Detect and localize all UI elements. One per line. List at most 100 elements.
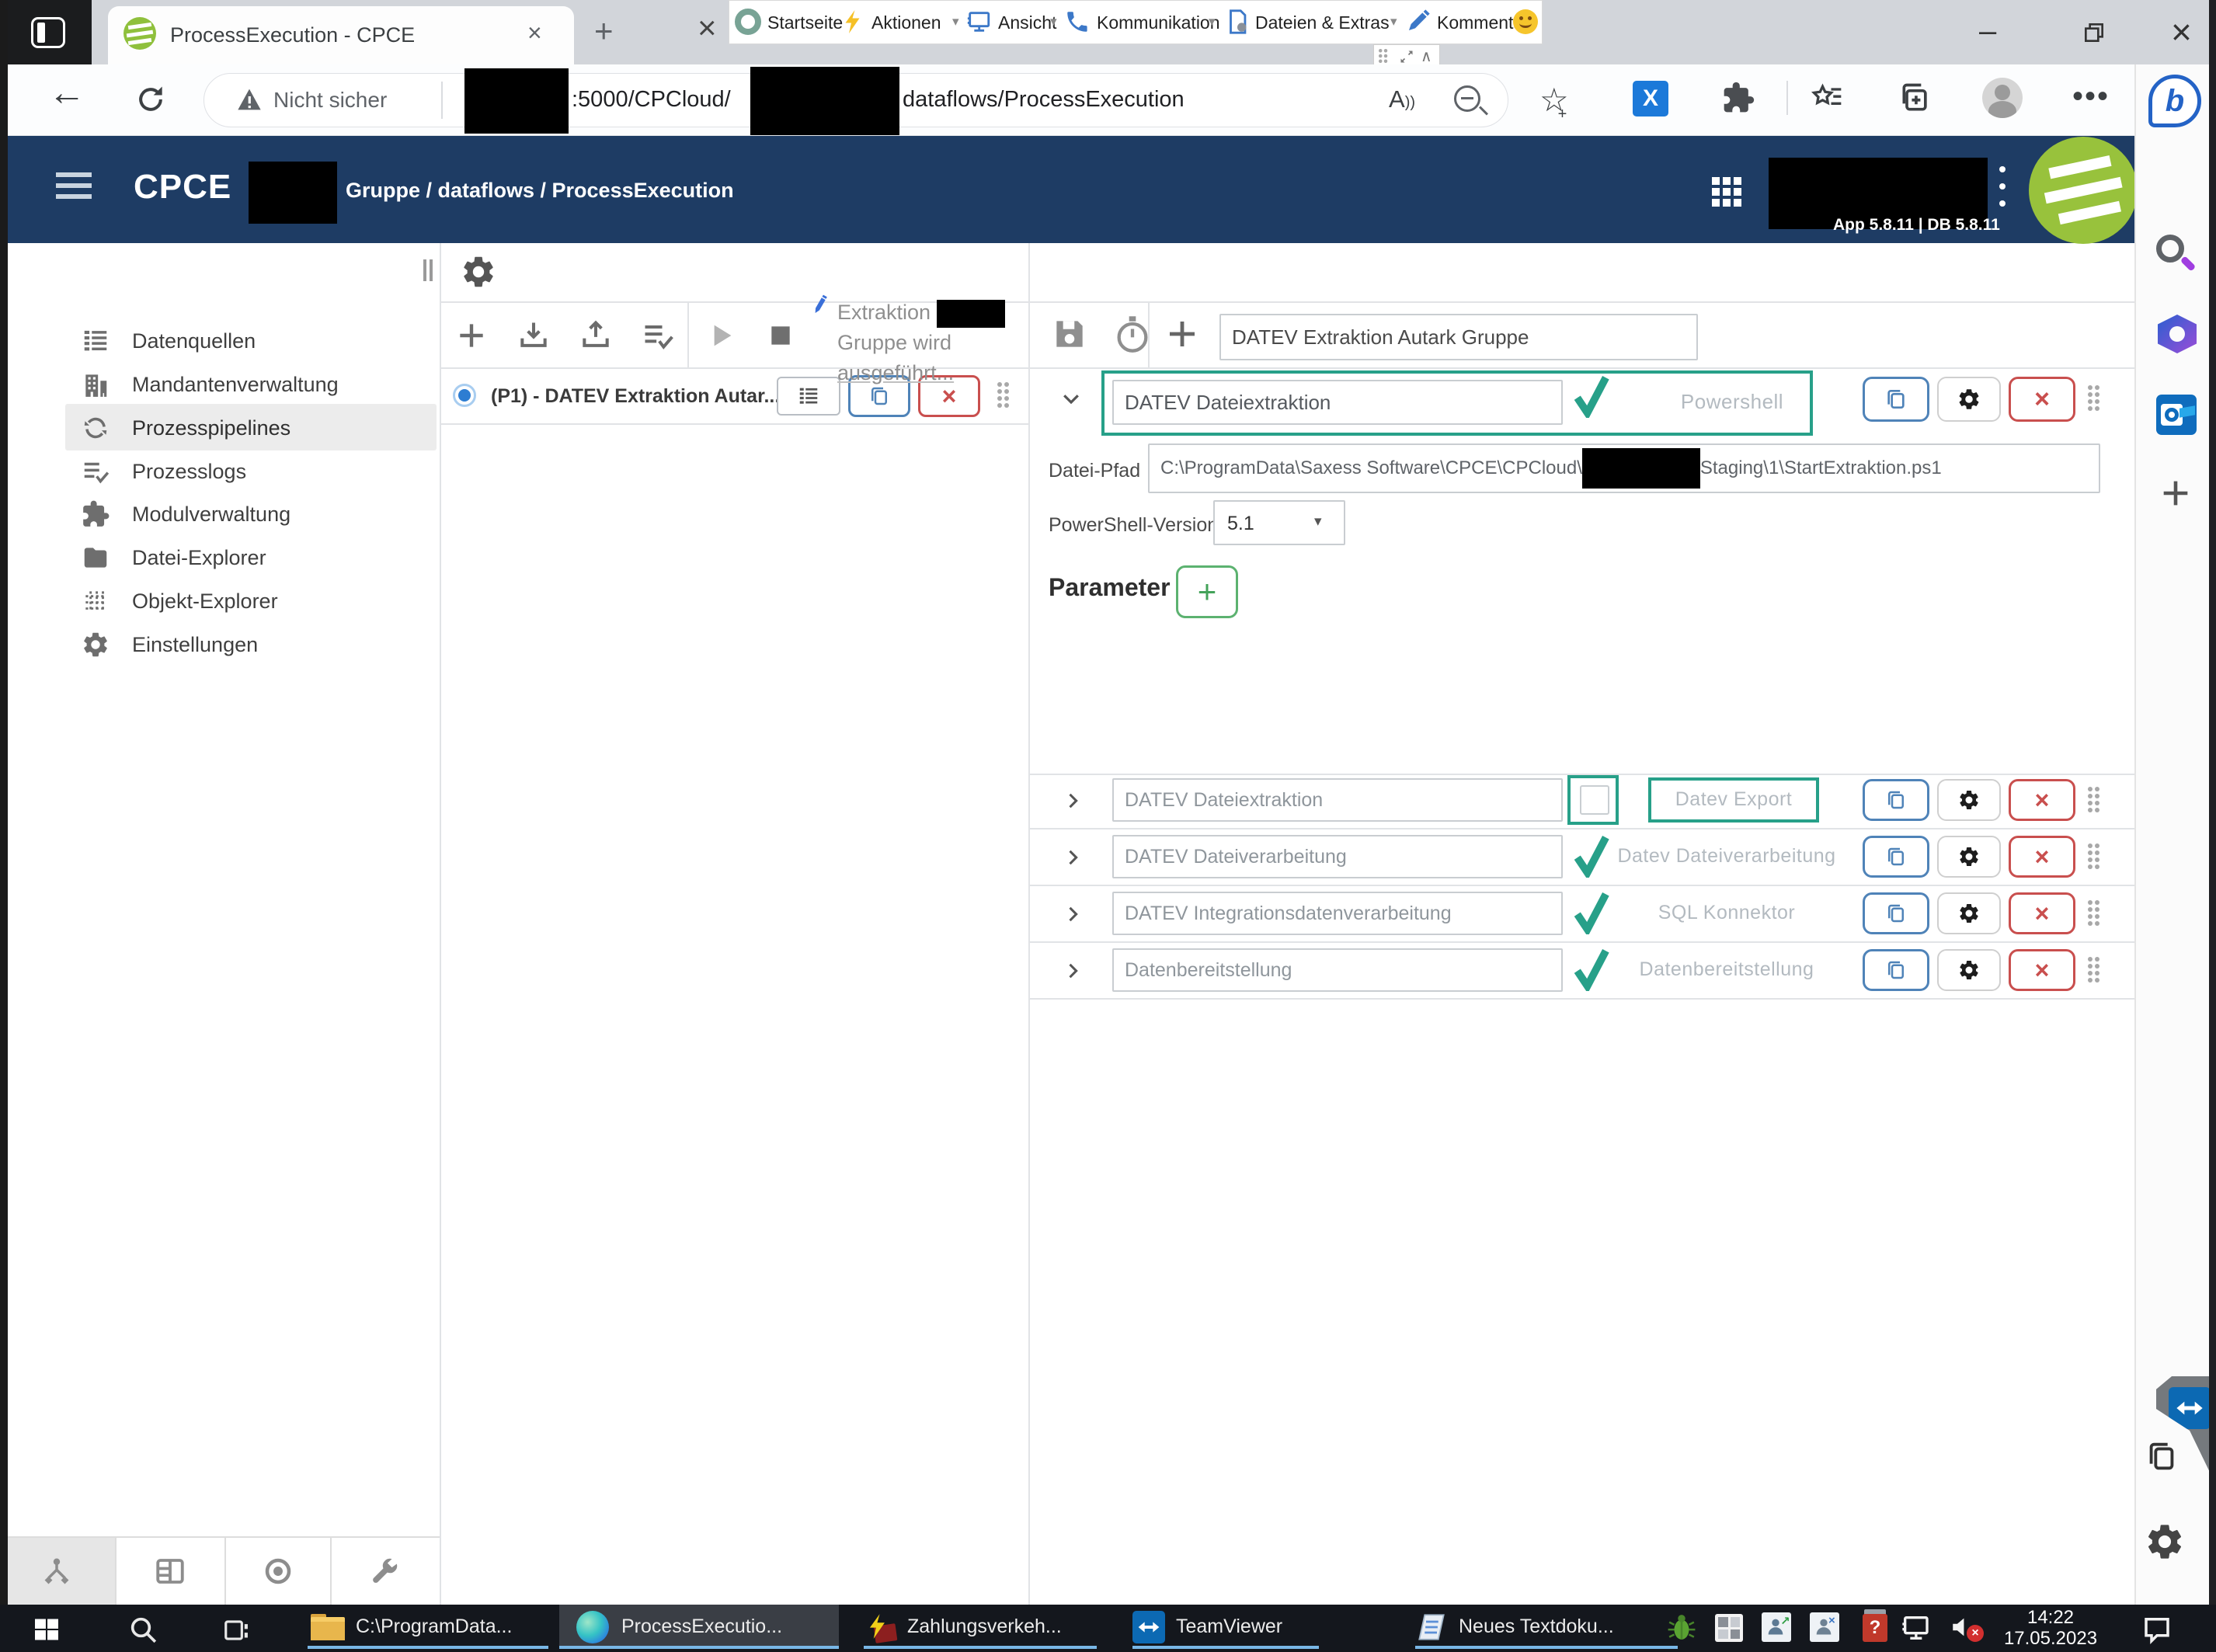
expand-step-icon[interactable] <box>1062 790 1084 812</box>
save-icon[interactable] <box>1050 315 1089 353</box>
tray-user-x-icon[interactable]: × <box>1810 1612 1839 1642</box>
taskbar-app-notepad[interactable]: Neues Textdoku... <box>1411 1605 1682 1649</box>
restore-button[interactable] <box>2082 20 2106 45</box>
step-enabled-checkbox[interactable] <box>1580 785 1609 815</box>
taskbar-app-edge-active[interactable]: ProcessExecutio... <box>559 1605 839 1649</box>
minimize-button[interactable]: – <box>1979 14 1996 49</box>
favorite-add-icon[interactable]: ☆+ <box>1539 81 1578 119</box>
refresh-icon[interactable] <box>134 82 168 117</box>
back-icon[interactable]: ← <box>48 71 85 114</box>
smiley-icon[interactable] <box>1513 9 1538 34</box>
taskbar-search-icon[interactable] <box>127 1614 158 1645</box>
pipeline-label[interactable]: (P1) - DATEV Extraktion Autar... <box>491 385 780 408</box>
collapse-step-icon[interactable] <box>1059 387 1083 410</box>
sidebar-item-prozesspipelines[interactable]: Prozesspipelines <box>132 416 290 440</box>
new-tab-button[interactable]: + <box>594 12 614 50</box>
browser-tab[interactable]: ProcessExecution - CPCE × <box>108 6 574 64</box>
extensions-puzzle-icon[interactable] <box>1721 81 1755 115</box>
tray-network-icon[interactable] <box>1900 1612 1931 1643</box>
hamburger-menu-icon[interactable] <box>56 172 92 203</box>
step-settings-button[interactable] <box>1937 892 2001 934</box>
tray-user-in-icon[interactable]: ↗ <box>1762 1612 1791 1642</box>
sidebar-add-icon[interactable] <box>2158 475 2193 511</box>
bottom-tab-eye[interactable] <box>226 1538 332 1605</box>
overlay-close-icon[interactable]: × <box>698 9 717 47</box>
step-name-input[interactable] <box>1112 892 1563 935</box>
splitter-handle[interactable] <box>423 259 436 281</box>
apps-grid-icon[interactable] <box>1707 172 1745 210</box>
collections-icon[interactable] <box>1898 81 1932 115</box>
tray-bug-icon[interactable] <box>1667 1612 1696 1642</box>
toolbar-item-startseite[interactable]: Startseite <box>767 12 843 33</box>
step-delete-button[interactable]: × <box>2009 892 2075 934</box>
step-settings-button[interactable] <box>1937 779 2001 821</box>
sidebar-settings-gear-icon[interactable] <box>2144 1521 2186 1563</box>
notification-center-icon[interactable] <box>2141 1612 2173 1645</box>
step-drag-handle[interactable] <box>2088 957 2100 983</box>
tab-close-icon[interactable]: × <box>527 19 542 47</box>
schedule-icon[interactable] <box>1112 314 1153 354</box>
group-name-input[interactable] <box>1219 314 1698 360</box>
step-settings-button[interactable] <box>1937 836 2001 878</box>
bottom-tab-flow-active[interactable] <box>0 1538 117 1605</box>
step-delete-button[interactable]: × <box>2009 779 2075 821</box>
step-copy-button[interactable] <box>1863 377 1929 422</box>
run-icon[interactable] <box>705 320 736 351</box>
step-enabled-check-icon[interactable] <box>1571 374 1611 418</box>
zoom-out-icon[interactable] <box>1454 85 1480 112</box>
sidebar-item-modulverwaltung[interactable]: Modulverwaltung <box>132 503 290 527</box>
taskbar-clock[interactable]: 14:22 17.05.2023 <box>1988 1607 2113 1649</box>
toolbar-item-aktionen[interactable]: Aktionen <box>871 12 941 33</box>
bottom-tab-table[interactable] <box>117 1538 226 1605</box>
sidebar-item-datei-explorer[interactable]: Datei-Explorer <box>132 546 266 570</box>
expand-step-icon[interactable] <box>1062 960 1084 982</box>
toolbar-item-kommunikation[interactable]: Kommunikation <box>1097 12 1220 33</box>
bing-chat-icon[interactable]: b <box>2148 75 2201 127</box>
collapse-icon[interactable]: ∧ <box>1421 47 1432 66</box>
step-name-input[interactable] <box>1112 778 1563 822</box>
sidebar-window-icon[interactable] <box>2144 1438 2179 1474</box>
taskbar-app-teamviewer[interactable]: TeamViewer <box>1128 1605 1322 1649</box>
step-drag-handle[interactable] <box>2088 385 2100 412</box>
step-delete-button[interactable]: × <box>2009 377 2075 422</box>
step-settings-button[interactable] <box>1937 377 2001 422</box>
taskbar-app-explorer[interactable]: C:\ProgramData... <box>304 1605 553 1649</box>
expand-step-icon[interactable] <box>1062 903 1084 925</box>
task-view-icon[interactable] <box>222 1615 252 1645</box>
expand-icon[interactable] <box>1399 49 1414 64</box>
add-parameter-button[interactable]: + <box>1176 565 1238 618</box>
sidebar-item-datenquellen[interactable]: Datenquellen <box>132 329 256 353</box>
settings-gear-icon[interactable] <box>460 253 497 290</box>
step-copy-button[interactable] <box>1863 836 1929 878</box>
import-icon[interactable] <box>517 318 551 353</box>
pipeline-log-button[interactable] <box>777 377 840 416</box>
start-button[interactable] <box>33 1615 61 1643</box>
expand-step-icon[interactable] <box>1062 847 1084 868</box>
add-pipeline-icon[interactable] <box>454 318 489 353</box>
toolbar-item-ansicht[interactable]: Ansicht <box>998 12 1056 33</box>
add-step-icon[interactable] <box>1164 315 1201 353</box>
profile-avatar[interactable] <box>1982 78 2023 118</box>
outlook-icon[interactable] <box>2156 395 2197 435</box>
pipeline-radio[interactable] <box>453 384 476 407</box>
step-copy-button[interactable] <box>1863 892 1929 934</box>
step-drag-handle[interactable] <box>2088 900 2100 927</box>
step-name-input[interactable] <box>1112 948 1563 992</box>
close-button[interactable]: × <box>2171 11 2192 53</box>
tray-window-grid-icon[interactable] <box>1715 1614 1743 1642</box>
toolbar-item-dateien[interactable]: Dateien & Extras <box>1255 12 1390 33</box>
ps-version-select[interactable]: 5.1 ▾ <box>1213 500 1345 545</box>
sidebar-item-objekt-explorer[interactable]: Objekt-Explorer <box>132 590 278 614</box>
bottom-tab-wrench[interactable] <box>332 1538 440 1605</box>
sidebar-item-einstellungen[interactable]: Einstellungen <box>132 633 258 657</box>
step-delete-button[interactable]: × <box>2009 836 2075 878</box>
step-drag-handle[interactable] <box>2088 843 2100 870</box>
kebab-menu-icon[interactable] <box>1999 166 2006 221</box>
step-name-input[interactable] <box>1112 835 1563 878</box>
security-label[interactable]: Nicht sicher <box>273 88 387 113</box>
step-settings-button[interactable] <box>1937 949 2001 991</box>
extension-x-icon[interactable]: X <box>1633 81 1668 117</box>
file-path-input[interactable]: C:\ProgramData\Saxess Software\CPCE\CPCl… <box>1148 443 2100 493</box>
step-name-input[interactable] <box>1112 380 1563 425</box>
stop-icon[interactable] <box>765 320 796 351</box>
